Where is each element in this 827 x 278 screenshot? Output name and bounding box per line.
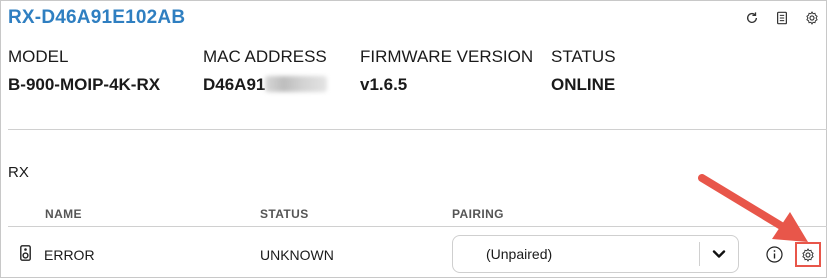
toolbar (737, 8, 827, 28)
chevron-down-icon (712, 250, 726, 258)
mac-value: D46A91 (203, 75, 266, 94)
speaker-icon (20, 245, 31, 261)
settings-button[interactable] (797, 8, 827, 28)
rx-section-title: RX (8, 164, 29, 181)
mac-label: MAC ADDRESS (203, 47, 327, 66)
firmware-label: FIRMWARE VERSION (360, 47, 534, 66)
pairing-select-value: (Unpaired) (486, 246, 553, 262)
status-label: STATUS (551, 47, 616, 66)
model-info: MODEL B-900-MOIP-4K-RX (8, 47, 160, 95)
redacted-mac-suffix (265, 76, 328, 92)
row-name: ERROR (44, 247, 95, 263)
column-header-name: NAME (45, 207, 82, 221)
select-toggle[interactable] (700, 249, 738, 259)
model-label: MODEL (8, 47, 69, 66)
status-value: ONLINE (551, 75, 616, 94)
row-settings-button[interactable] (795, 242, 821, 267)
firmware-info: FIRMWARE VERSION v1.6.5 (360, 47, 533, 95)
document-icon (777, 11, 787, 25)
pairing-select[interactable]: (Unpaired) (452, 235, 739, 273)
model-value: B-900-MOIP-4K-RX (8, 75, 161, 94)
table-header-divider (8, 226, 827, 227)
refresh-button[interactable] (737, 8, 767, 28)
mac-value-row: D46A91 (203, 75, 328, 95)
document-button[interactable] (767, 8, 797, 28)
firmware-value: v1.6.5 (360, 75, 408, 94)
section-divider (8, 129, 827, 130)
column-header-pairing: PAIRING (452, 207, 504, 221)
gear-icon (802, 247, 814, 262)
row-status: UNKNOWN (260, 247, 334, 263)
refresh-icon (746, 12, 758, 23)
status-info: STATUS ONLINE (551, 47, 616, 95)
mac-info: MAC ADDRESS D46A91 (203, 47, 328, 95)
device-title: RX-D46A91E102AB (8, 7, 186, 28)
gear-icon (806, 11, 818, 25)
column-header-status: STATUS (260, 207, 309, 221)
info-icon[interactable] (766, 246, 783, 263)
